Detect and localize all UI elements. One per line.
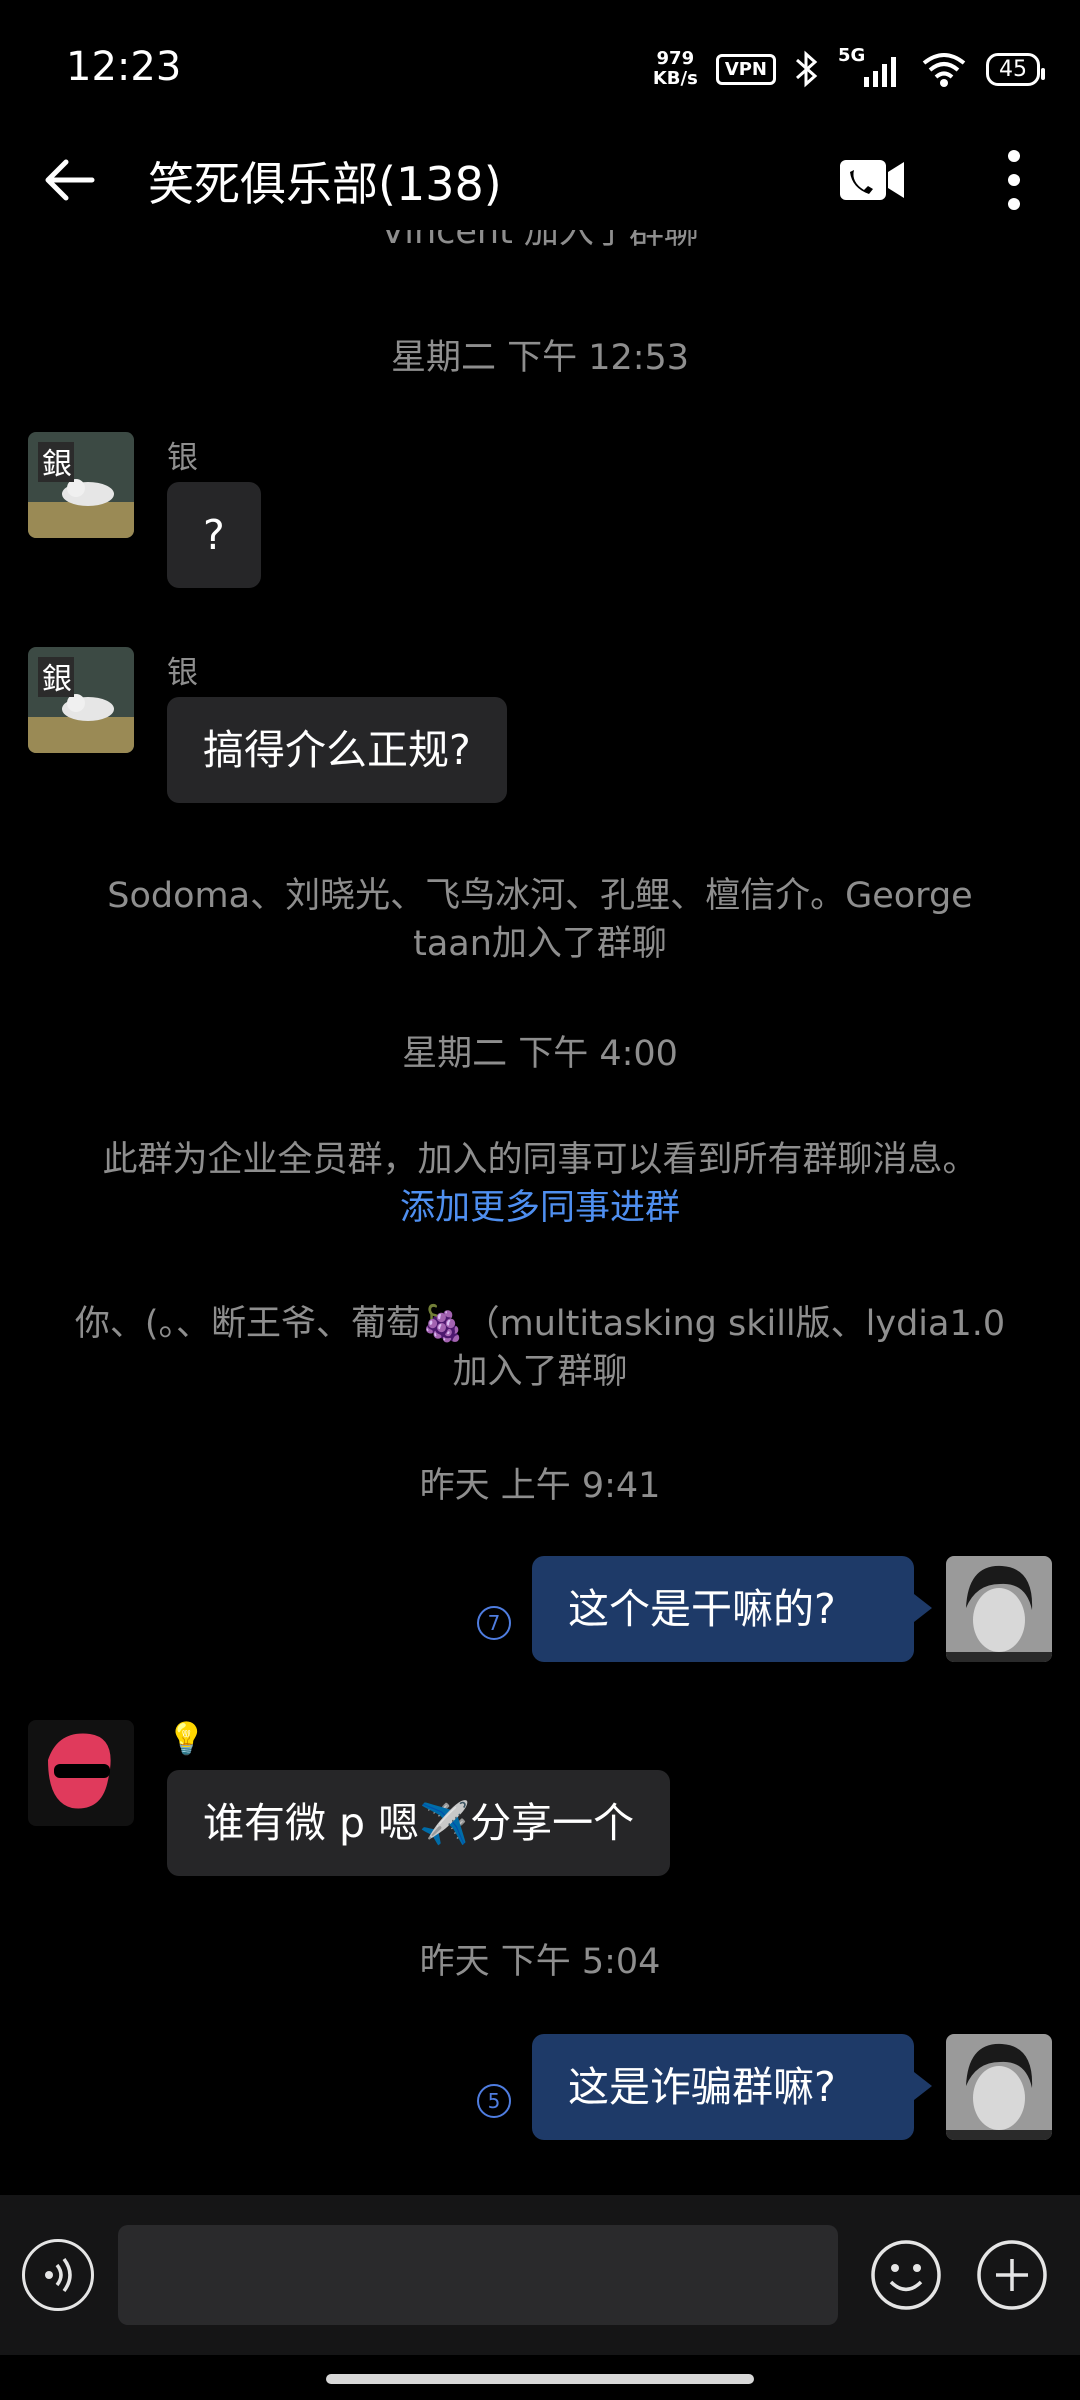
chat-header: 笑死俱乐部(138): [0, 130, 1080, 230]
status-icons: 979 KB/s VPN 5G 45: [653, 44, 1045, 94]
network-speed-unit: KB/s: [652, 68, 698, 89]
my-avatar[interactable]: [946, 1556, 1052, 1662]
message-list[interactable]: Vincent 加入了群聊 星期二 下午 12:53 銀 银 ? 銀 银 搞得介…: [0, 230, 1080, 2195]
timestamp: 星期二 下午 12:53: [390, 338, 690, 378]
svg-text:銀: 銀: [42, 447, 72, 482]
system-message-line: 你、(。、断王爷、葡萄🍇（multitasking skill版、lydia1.…: [74, 1304, 1006, 1344]
system-message: 你、(。、断王爷、葡萄🍇（multitasking skill版、lydia1.…: [60, 1300, 1020, 1396]
unread-count-badge[interactable]: 5: [477, 2084, 511, 2118]
sender-name: 银: [167, 440, 198, 476]
network-speed: 979 KB/s: [653, 49, 698, 89]
my-avatar[interactable]: [946, 2034, 1052, 2140]
avatar[interactable]: 銀: [28, 432, 134, 538]
network-speed-value: 979: [656, 48, 695, 69]
message-bubble[interactable]: 谁有微 p 嗯✈️分享一个: [167, 1770, 671, 1876]
home-indicator[interactable]: [326, 2374, 754, 2384]
vpn-badge: VPN: [715, 53, 776, 85]
voice-icon[interactable]: [22, 2239, 94, 2311]
add-colleagues-link[interactable]: 添加更多同事进群: [400, 1188, 680, 1228]
timestamp: 昨天 上午 9:41: [419, 1466, 661, 1506]
signal-icon: 5G: [838, 45, 902, 89]
clock: 12:23: [66, 44, 182, 90]
message-input-bar: [0, 2195, 1080, 2355]
sender-name: 银: [167, 655, 198, 691]
battery-level: 45: [999, 56, 1027, 82]
system-message-line: 加入了群聊: [452, 1352, 628, 1392]
system-message-partial: Vincent 加入了群聊: [381, 230, 699, 252]
battery-icon: 45: [986, 52, 1045, 86]
more-vertical-icon[interactable]: [994, 148, 1034, 212]
my-message-bubble[interactable]: 这是诈骗群嘛?: [532, 2034, 932, 2140]
message-bubble[interactable]: 搞得介么正规?: [167, 697, 507, 803]
plus-icon[interactable]: [976, 2239, 1048, 2311]
enterprise-notice: 此群为企业全员群，加入的同事可以看到所有群聊消息。 添加更多同事进群: [60, 1136, 1020, 1232]
message-bubble[interactable]: ?: [167, 482, 261, 588]
bluetooth-icon: [796, 50, 818, 88]
emoji-icon[interactable]: [870, 2239, 942, 2311]
system-message-line: taan加入了群聊: [413, 924, 667, 964]
avatar[interactable]: [28, 1720, 134, 1826]
system-message: Sodoma、刘晓光、飞鸟冰河、孔鲤、檀信介。George taan加入了群聊: [60, 872, 1020, 968]
my-message-bubble[interactable]: 这个是干嘛的?: [532, 1556, 932, 1662]
unread-count-badge[interactable]: 7: [477, 1606, 511, 1640]
status-bar: 12:23 979 KB/s VPN 5G 45: [0, 0, 1080, 140]
timestamp: 星期二 下午 4:00: [402, 1034, 678, 1074]
group-title[interactable]: 笑死俱乐部(138): [148, 148, 502, 214]
video-call-icon[interactable]: [838, 158, 906, 202]
svg-text:銀: 銀: [42, 662, 72, 697]
sender-name: 💡: [167, 1721, 206, 1757]
back-arrow-icon[interactable]: [40, 150, 100, 210]
timestamp: 昨天 下午 5:04: [419, 1942, 661, 1982]
wifi-icon: [922, 53, 966, 87]
avatar[interactable]: 銀: [28, 647, 134, 753]
notice-text: 此群为企业全员群，加入的同事可以看到所有群聊消息。: [102, 1140, 978, 1180]
message-input[interactable]: [118, 2225, 838, 2325]
system-message-line: Sodoma、刘晓光、飞鸟冰河、孔鲤、檀信介。George: [107, 876, 973, 916]
